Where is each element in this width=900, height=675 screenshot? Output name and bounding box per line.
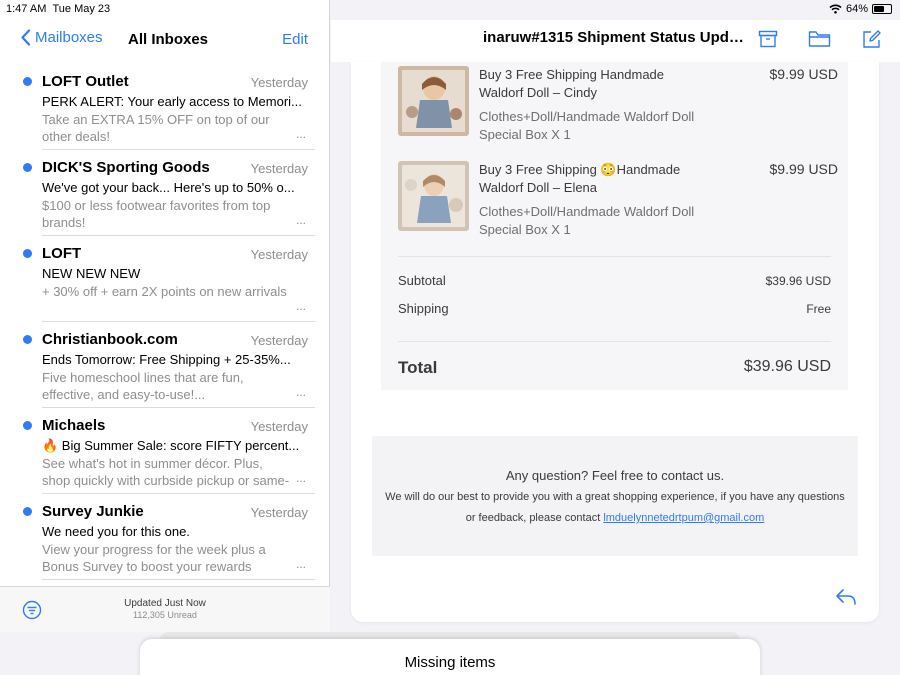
edit-button[interactable]: Edit: [282, 31, 308, 48]
message-sender: DICK'S Sporting Goods: [42, 159, 210, 176]
message-sender: Christianbook.com: [42, 331, 178, 348]
product-name: Buy 3 Free Shipping 😳Handmade Waldorf Do…: [479, 162, 681, 195]
compose-icon[interactable]: [862, 29, 882, 49]
battery-fill: [874, 6, 884, 12]
mailbox-pane: Mailboxes All Inboxes Edit LOFT Outlet Ye…: [0, 0, 330, 632]
message-preview: + 30% off + earn 2X points on new arriva…: [42, 284, 287, 299]
message-body: Buy 3 Free Shipping Handmade Waldorf Dol…: [351, 62, 879, 622]
message-date: Yesterday: [250, 505, 308, 520]
message-row[interactable]: Michaels Yesterday 🔥 Big Summer Sale: scor…: [0, 408, 330, 494]
message-sender: LOFT: [42, 245, 82, 262]
more-indicator: ...: [295, 385, 306, 399]
subtotal-label: Subtotal: [398, 273, 446, 288]
order-summary: Buy 3 Free Shipping Handmade Waldorf Dol…: [381, 62, 848, 390]
message-sender: Michaels: [42, 417, 106, 434]
message-preview: Five homeschool lines that are fun, effe…: [42, 370, 244, 402]
message-subject: inaruw#1315 Shipment Status Upda...: [483, 29, 747, 46]
status-bar: 1:47 AM Tue May 23 64%: [0, 0, 900, 20]
more-indicator: ...: [295, 213, 306, 227]
message-preview: View your progress for the week plus a B…: [42, 542, 266, 574]
unread-dot: [23, 421, 32, 430]
shipping-label: Shipping: [398, 301, 449, 316]
unread-count: 112,305 Unread: [133, 610, 197, 620]
message-row[interactable]: DICK'S Sporting Goods Yesterday We've got …: [0, 150, 330, 236]
message-date: Yesterday: [250, 75, 308, 90]
sheet-title: Missing items: [404, 654, 496, 671]
message-subject-line: NEW NEW NEW: [42, 266, 141, 281]
folder-icon[interactable]: [808, 29, 831, 49]
archive-icon[interactable]: [758, 29, 778, 49]
message-subject-line: Ends Tomorrow: Free Shipping + 25-35%...: [42, 352, 291, 367]
message-header: inaruw#1315 Shipment Status Upda...: [331, 20, 900, 62]
order-line-item: Buy 3 Free Shipping Handmade Waldorf Dol…: [398, 62, 838, 152]
status-date: Tue May 23: [52, 3, 111, 15]
message-pane: inaruw#1315 Shipment Status Upda... Buy …: [331, 0, 900, 632]
contact-email-link[interactable]: lmduelynnetedrtpum@gmail.com: [603, 512, 764, 524]
message-sender: Survey Junkie: [42, 503, 144, 520]
status-time: 1:47 AM Tue May 23: [6, 3, 110, 15]
unread-dot: [23, 77, 32, 86]
status-clock: 1:47 AM: [6, 3, 47, 15]
status-right: 64%: [829, 3, 892, 15]
product-variant: Clothes+Doll/Handmade Waldorf Doll Speci…: [479, 109, 695, 142]
contact-title: Any question? Feel free to contact us.: [505, 468, 725, 483]
message-row[interactable]: LOFT Outlet Yesterday PERK ALERT: Your ear…: [0, 64, 330, 150]
message-subject-line: We've got your back... Here's up to 50% …: [42, 180, 295, 195]
more-indicator: ...: [295, 299, 306, 313]
message-date: Yesterday: [250, 419, 308, 434]
battery-percent: 64%: [845, 3, 868, 15]
battery-icon: [872, 4, 892, 14]
unread-dot: [23, 163, 32, 172]
message-row[interactable]: LOFT Yesterday NEW NEW NEW + 30% off + earn…: [0, 236, 330, 322]
message-subject-line: We need you for this one.: [42, 524, 190, 539]
more-indicator: ...: [295, 471, 306, 485]
updated-status: Updated Just Now: [124, 598, 206, 609]
message-row[interactable]: Survey Junkie Yesterday We need you for th…: [0, 494, 330, 580]
message-preview: $100 or less footwear favorites from top…: [42, 198, 271, 230]
message-subject-line: PERK ALERT: Your early access to Memori.…: [42, 94, 302, 109]
contact-section: Any question? Feel free to contact us. W…: [372, 436, 858, 556]
message-preview: See what's hot in summer décor. Plus, sh…: [42, 456, 290, 488]
total-value: $39.96 USD: [743, 358, 831, 375]
unread-dot: [23, 507, 32, 516]
total-label: Total: [398, 358, 438, 377]
product-thumbnail-cindy[interactable]: [398, 66, 469, 136]
mailbox-toolbar: Updated Just Now 112,305 Unread: [0, 586, 330, 632]
mailbox-nav-bar: Mailboxes All Inboxes Edit: [0, 20, 330, 62]
chevron-left-icon: [21, 29, 31, 46]
message-list: LOFT Outlet Yesterday PERK ALERT: Your ear…: [0, 64, 330, 586]
message-sender: LOFT Outlet: [42, 73, 129, 90]
message-subject-line: 🔥 Big Summer Sale: score FIFTY percent..…: [42, 438, 300, 453]
shipping-value: Free: [806, 302, 831, 316]
product-name: Buy 3 Free Shipping Handmade Waldorf Dol…: [479, 67, 665, 100]
missing-items-sheet[interactable]: Missing items: [140, 639, 760, 675]
message-row[interactable]: Christianbook.com Yesterday Ends Tomorrow:…: [0, 322, 330, 408]
back-label: Mailboxes: [35, 29, 103, 46]
product-price: $9.99 USD: [769, 161, 838, 177]
wifi-icon: [829, 4, 842, 14]
product-variant: Clothes+Doll/Handmade Waldorf Doll Speci…: [479, 204, 695, 237]
order-line-item: Buy 3 Free Shipping 😳Handmade Waldorf Do…: [398, 157, 838, 247]
contact-text: We will do our best to provide you with …: [382, 487, 848, 529]
unread-dot: [23, 249, 32, 258]
message-date: Yesterday: [250, 161, 308, 176]
product-thumbnail-elena[interactable]: [398, 161, 469, 231]
reply-icon[interactable]: [835, 588, 857, 606]
unread-dot: [23, 335, 32, 344]
more-indicator: ...: [295, 557, 306, 571]
divider: [398, 341, 831, 342]
message-date: Yesterday: [250, 333, 308, 348]
mailboxes-back-button[interactable]: Mailboxes: [20, 29, 103, 46]
divider: [398, 256, 831, 257]
message-preview: Take an EXTRA 15% OFF on top of our othe…: [42, 112, 270, 144]
more-indicator: ...: [295, 127, 306, 141]
mailbox-title: All Inboxes: [128, 31, 209, 48]
subtotal-value: $39.96 USD: [765, 274, 831, 288]
product-price: $9.99 USD: [769, 66, 838, 82]
message-date: Yesterday: [250, 247, 308, 262]
